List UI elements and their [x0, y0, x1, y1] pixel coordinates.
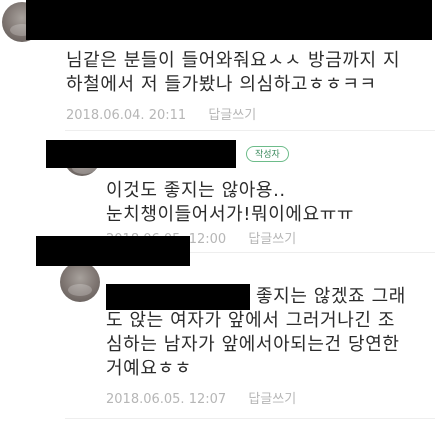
comment-1-reply-link[interactable]: 답글쓰기 [208, 108, 256, 123]
comment-3-text-line-4: 거예요ㅎㅎ [106, 358, 192, 379]
comment-3-reply-link[interactable]: 답글쓰기 [248, 392, 296, 407]
comment-2-reply-link[interactable]: 답글쓰기 [248, 232, 296, 247]
comment-2-text-line-2: 눈치챙이들어서가!뭐이에요ㅠㅠ [106, 204, 355, 225]
divider [65, 418, 435, 419]
comment-3-text-line-3: 심하는 남자가 앞에서아되는건 당연한 [106, 334, 400, 355]
comment-3-avatar[interactable] [60, 262, 100, 302]
comment-1-text-line-2: 하철에서 저 들가봤나 의심하고ㅎㅎㅋㅋ [66, 74, 377, 95]
divider [65, 130, 435, 131]
comment-3-redacted-mention [106, 284, 250, 310]
comment-3-meta: 2018.06.05. 12:07 답글쓰기 [106, 392, 296, 408]
comment-1-text-line-1: 님같은 분들이 들어와줘요ㅅㅅ 방금까지 지 [66, 50, 401, 71]
comment-1-meta: 2018.06.04. 20:11 답글쓰기 [66, 108, 256, 124]
comment-3-text-line-1: 좋지는 않겠죠 그래 [256, 286, 406, 307]
comment-3-date: 2018.06.05. 12:07 [106, 392, 227, 407]
comment-2-text-line-1: 이것도 좋지는 않아용.. [106, 180, 286, 201]
comment-2-redacted-nickname [46, 140, 236, 168]
comment-3-text-line-2: 도 앉는 여자가 앞에서 그러거나긴 조 [106, 310, 396, 331]
author-badge: 작성자 [246, 146, 289, 162]
comment-3-redacted-nickname [36, 236, 190, 266]
comment-1-date: 2018.06.04. 20:11 [66, 108, 187, 123]
comment-1-redacted-nickname [26, 0, 432, 40]
